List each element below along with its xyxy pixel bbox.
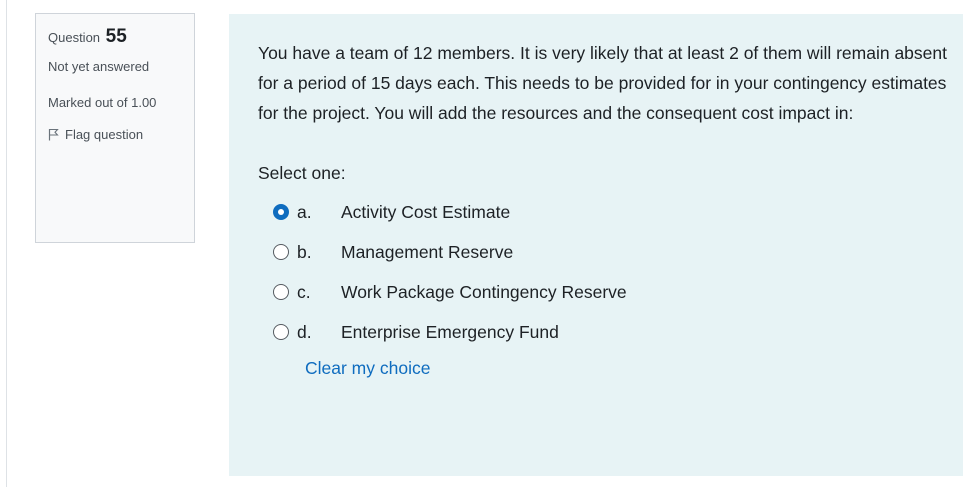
option-label: Work Package Contingency Reserve <box>341 281 627 302</box>
answer-option-c[interactable]: c. Work Package Contingency Reserve <box>273 272 933 312</box>
answer-options: a. Activity Cost Estimate b. Management … <box>258 192 933 352</box>
radio-button-selected[interactable] <box>273 204 289 220</box>
option-letter: d. <box>297 321 312 342</box>
flag-question-label: Flag question <box>65 127 144 142</box>
select-one-prompt: Select one: <box>258 163 346 183</box>
radio-button[interactable] <box>273 324 289 340</box>
answer-option-a[interactable]: a. Activity Cost Estimate <box>273 192 933 232</box>
clear-choice-link[interactable]: Clear my choice <box>305 358 430 379</box>
answer-option-b[interactable]: b. Management Reserve <box>273 232 933 272</box>
option-letter: c. <box>297 281 311 302</box>
question-info-panel: Question 55 Not yet answered Marked out … <box>35 13 195 243</box>
option-label: Enterprise Emergency Fund <box>341 321 559 342</box>
radio-button[interactable] <box>273 244 289 260</box>
option-letter: a. <box>297 201 312 222</box>
page-left-border <box>0 0 7 487</box>
question-number-heading: Question 55 <box>48 26 194 48</box>
question-state: Not yet answered <box>48 59 150 74</box>
question-label: Question <box>48 30 101 45</box>
radio-button[interactable] <box>273 284 289 300</box>
flag-question-button[interactable]: Flag question <box>48 127 194 142</box>
question-grade: Marked out of 1.00 <box>48 95 157 110</box>
question-content: You have a team of 12 members. It is ver… <box>229 14 963 476</box>
question-number: 55 <box>105 26 127 47</box>
answer-option-d[interactable]: d. Enterprise Emergency Fund <box>273 312 933 352</box>
option-letter: b. <box>297 241 312 262</box>
quiz-page: Question 55 Not yet answered Marked out … <box>0 0 968 487</box>
option-label: Management Reserve <box>341 241 514 262</box>
question-text: You have a team of 12 members. It is ver… <box>258 43 947 123</box>
option-label: Activity Cost Estimate <box>341 201 511 222</box>
flag-icon <box>48 128 59 141</box>
